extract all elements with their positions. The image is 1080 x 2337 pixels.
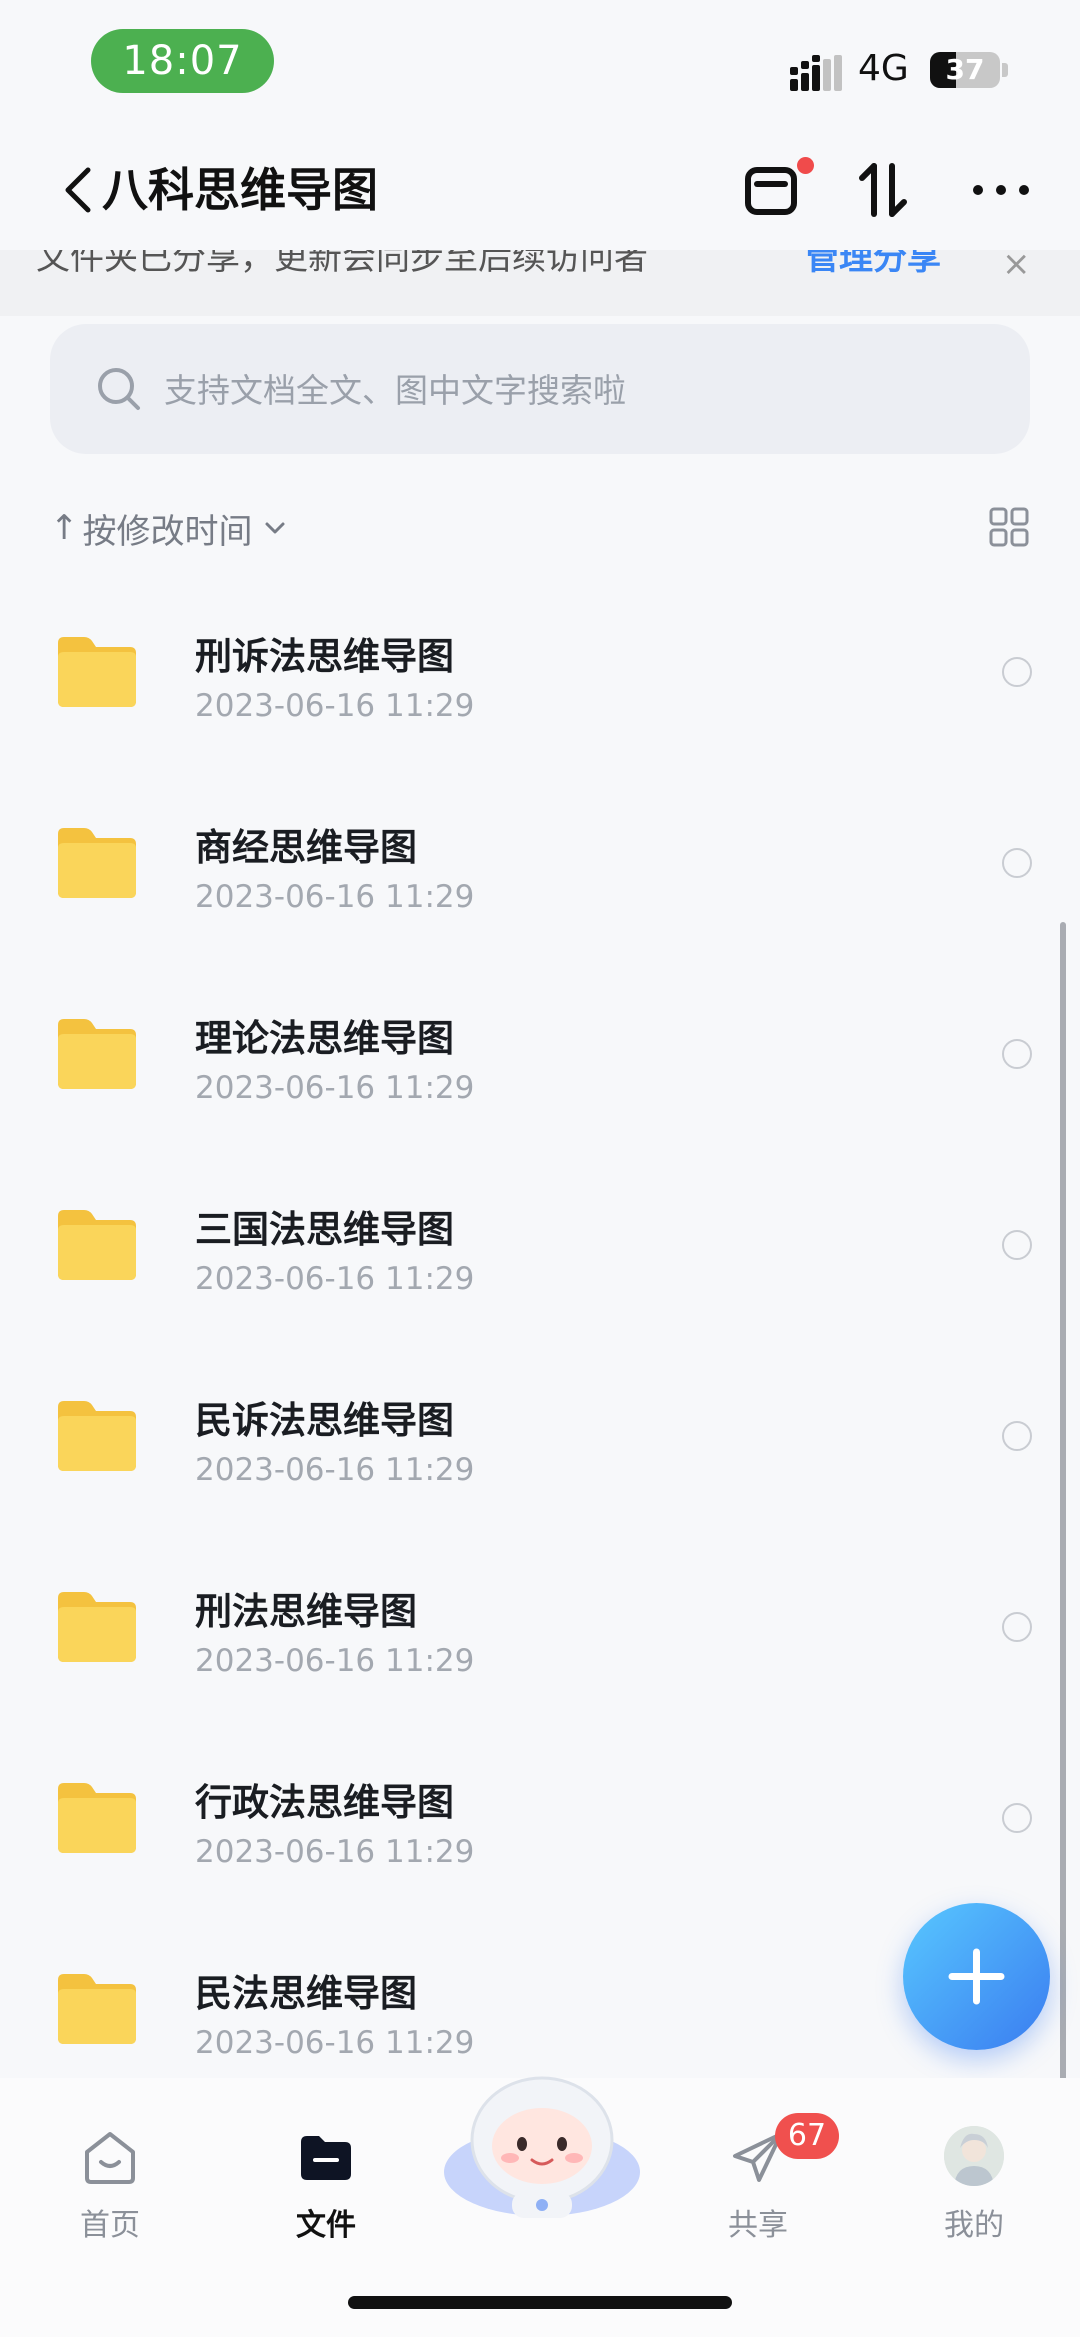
- select-checkbox[interactable]: [1002, 1421, 1032, 1451]
- folder-icon: [58, 1783, 136, 1853]
- share-banner: 文件夹已分享，更新会同步至后续访问者 管理分享 ×: [0, 250, 1080, 316]
- search-bar[interactable]: [50, 324, 1030, 454]
- file-row[interactable]: 刑诉法思维导图 2023-06-16 11:29: [0, 570, 1080, 761]
- nav-files[interactable]: 文件: [251, 2126, 401, 2244]
- folder-modified-date: 2023-06-16 11:29: [195, 1643, 475, 1679]
- folder-modified-date: 2023-06-16 11:29: [195, 1261, 475, 1297]
- search-input[interactable]: [162, 354, 966, 426]
- folder-modified-date: 2023-06-16 11:29: [195, 1452, 475, 1488]
- nav-files-label: 文件: [296, 2208, 356, 2243]
- folder-name: 刑法思维导图: [195, 1590, 417, 1633]
- select-checkbox[interactable]: [1002, 657, 1032, 687]
- add-button[interactable]: [903, 1903, 1050, 2050]
- folder-name: 民诉法思维导图: [195, 1399, 454, 1442]
- folder-modified-date: 2023-06-16 11:29: [195, 1834, 475, 1870]
- more-dots-icon[interactable]: [966, 154, 1036, 226]
- sort-row: ↑ 按修改时间: [50, 500, 1030, 556]
- folder-icon: [58, 1019, 136, 1089]
- manage-share-link[interactable]: 管理分享: [805, 250, 941, 288]
- file-row[interactable]: 三国法思维导图 2023-06-16 11:29: [0, 1143, 1080, 1334]
- scrollbar[interactable]: [1060, 922, 1066, 2100]
- sort-arrows-icon[interactable]: [850, 154, 920, 226]
- sort-direction-arrow: ↑: [50, 508, 79, 548]
- status-bar: 18:07 4G 37: [0, 0, 1080, 130]
- select-checkbox[interactable]: [1002, 1039, 1032, 1069]
- share-badge: 67: [775, 2113, 839, 2159]
- folder-icon: [58, 1210, 136, 1280]
- header: 八科思维导图: [0, 130, 1080, 250]
- file-row[interactable]: 民诉法思维导图 2023-06-16 11:29: [0, 1334, 1080, 1525]
- file-row[interactable]: 理论法思维导图 2023-06-16 11:29: [0, 952, 1080, 1143]
- nav-mine-label: 我的: [944, 2208, 1004, 2243]
- cellular-signal-icon: [790, 55, 842, 91]
- folder-name: 三国法思维导图: [195, 1208, 454, 1251]
- sort-by-modified-button[interactable]: ↑ 按修改时间: [50, 500, 287, 556]
- home-icon: [85, 2132, 135, 2184]
- select-checkbox[interactable]: [1002, 1230, 1032, 1260]
- page-title: 八科思维导图: [102, 163, 378, 217]
- nav-home[interactable]: 首页: [35, 2126, 185, 2244]
- folder-icon: [301, 2136, 351, 2180]
- file-row[interactable]: 商经思维导图 2023-06-16 11:29: [0, 761, 1080, 952]
- folder-modified-date: 2023-06-16 11:29: [195, 688, 475, 724]
- avatar[interactable]: [944, 2126, 1004, 2186]
- nav-home-label: 首页: [80, 2208, 140, 2243]
- battery-icon: 37: [930, 52, 1000, 88]
- folder-modified-date: 2023-06-16 11:29: [195, 2025, 475, 2061]
- plus-icon: [948, 1948, 1005, 2005]
- sort-label: 按修改时间: [82, 511, 253, 552]
- battery-level: 37: [945, 53, 985, 86]
- user-avatar-icon: [944, 2126, 1004, 2186]
- chevron-down-icon: [265, 522, 284, 534]
- folder-icon: [58, 828, 136, 898]
- folder-name: 理论法思维导图: [195, 1017, 454, 1060]
- battery-tip: [1002, 63, 1008, 77]
- grid-view-icon[interactable]: [988, 506, 1030, 548]
- search-icon: [98, 368, 140, 410]
- file-row[interactable]: 行政法思维导图 2023-06-16 11:29: [0, 1716, 1080, 1907]
- folder-name: 商经思维导图: [195, 826, 417, 869]
- folder-name: 民法思维导图: [195, 1972, 417, 2015]
- file-list: 刑诉法思维导图 2023-06-16 11:29 商经思维导图 2023-06-…: [0, 570, 1080, 2098]
- select-checkbox[interactable]: [1002, 848, 1032, 878]
- home-indicator: [348, 2296, 732, 2309]
- folder-modified-date: 2023-06-16 11:29: [195, 1070, 475, 1106]
- select-checkbox[interactable]: [1002, 1803, 1032, 1833]
- status-time: 18:07: [91, 29, 274, 93]
- network-type: 4G: [858, 48, 909, 89]
- chevron-left-icon[interactable]: [58, 160, 102, 220]
- folder-modified-date: 2023-06-16 11:29: [195, 879, 475, 915]
- folder-name: 刑诉法思维导图: [195, 635, 454, 678]
- folder-name: 行政法思维导图: [195, 1781, 454, 1824]
- notification-dot: [797, 157, 814, 174]
- banner-close-icon[interactable]: ×: [1002, 250, 1031, 294]
- folder-icon: [58, 1401, 136, 1471]
- file-row[interactable]: 刑法思维导图 2023-06-16 11:29: [0, 1525, 1080, 1716]
- mascot-icon[interactable]: [442, 2062, 642, 2222]
- banner-text: 文件夹已分享，更新会同步至后续访问者: [36, 250, 648, 278]
- folder-icon: [58, 1592, 136, 1662]
- select-checkbox[interactable]: [1002, 1612, 1032, 1642]
- folder-icon: [58, 1974, 136, 2044]
- folder-icon: [58, 637, 136, 707]
- nav-share-label: 共享: [728, 2208, 788, 2243]
